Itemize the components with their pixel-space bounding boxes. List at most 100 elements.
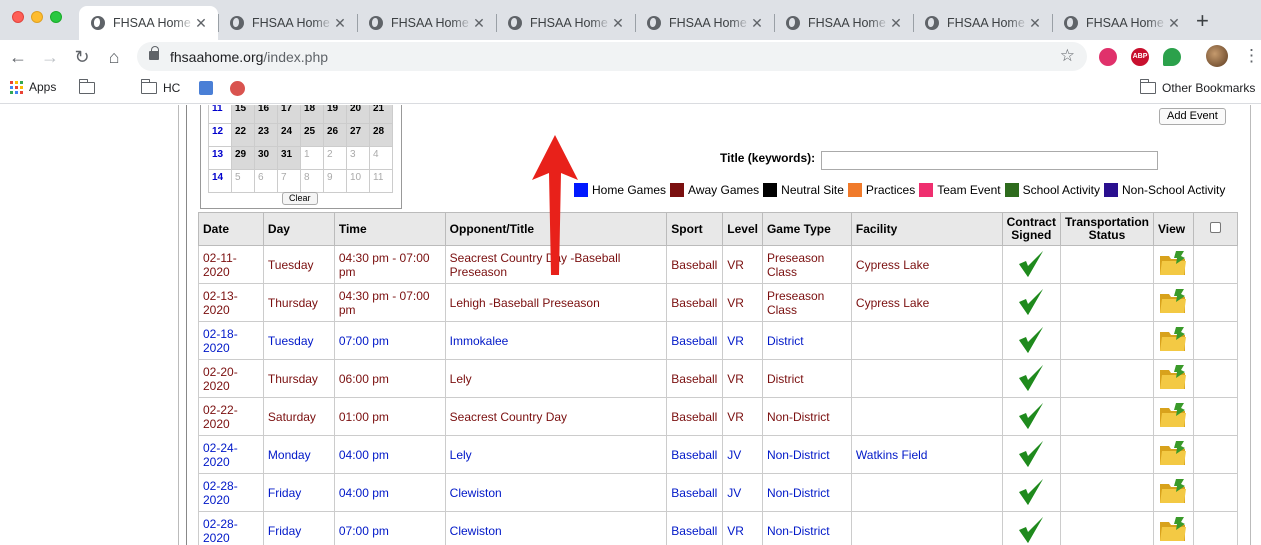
calendar-day[interactable]: 29	[231, 146, 255, 170]
browser-tab[interactable]: FHSAA Home ✕	[496, 6, 635, 40]
calendar-day[interactable]: 8	[300, 169, 324, 193]
browser-tab[interactable]: FHSAA Home ✕	[218, 6, 357, 40]
calendar-day[interactable]: 25	[300, 123, 324, 147]
calendar-day[interactable]: 27	[346, 123, 370, 147]
bookmark-folder[interactable]	[78, 79, 95, 94]
close-tab-icon[interactable]: ✕	[750, 15, 764, 32]
column-header-day[interactable]: Day	[262, 212, 335, 246]
browser-tab[interactable]: FHSAA Home ✕	[913, 6, 1052, 40]
close-tab-icon[interactable]: ✕	[611, 15, 625, 32]
table-row[interactable]: 02-11-2020 Tuesday 04:30 pm - 07:00 pm Seac…	[198, 245, 1239, 284]
column-header-facility[interactable]: Facility	[850, 212, 1003, 246]
new-tab-button[interactable]: +	[1196, 8, 1209, 34]
extension-icon[interactable]	[1099, 48, 1117, 66]
view-folder-icon[interactable]	[1159, 326, 1187, 355]
table-row[interactable]: 02-13-2020 Thursday 04:30 pm - 07:00 pm Leh…	[198, 283, 1239, 322]
close-tab-icon[interactable]: ✕	[194, 15, 208, 32]
minimize-window-button[interactable]	[31, 11, 43, 23]
forward-arrow-icon[interactable]: →	[38, 45, 62, 69]
close-tab-icon[interactable]: ✕	[889, 15, 903, 32]
browser-tab[interactable]: FHSAA Home ✕	[79, 6, 218, 40]
calendar-day[interactable]: 18	[300, 105, 324, 124]
calendar-day[interactable]: 3	[346, 146, 370, 170]
table-row[interactable]: 02-28-2020 Friday 04:00 pm Clewiston Basebal…	[198, 473, 1239, 512]
view-folder-icon[interactable]	[1159, 440, 1187, 469]
calendar-day[interactable]: 1	[300, 146, 324, 170]
column-header-date[interactable]: Date	[198, 212, 264, 246]
column-header-contract[interactable]: Contract Signed	[1001, 212, 1061, 246]
bookmark-star-icon[interactable]: ☆	[1060, 46, 1075, 66]
calendar-week-number[interactable]: 13	[208, 146, 232, 170]
zoom-window-button[interactable]	[50, 11, 62, 23]
view-folder-icon[interactable]	[1159, 402, 1187, 431]
calendar-day[interactable]: 2	[323, 146, 347, 170]
table-row[interactable]: 02-20-2020 Thursday 06:00 pm Lely Baseball VR…	[198, 359, 1239, 398]
browser-tab[interactable]: FHSAA Home ✕	[774, 6, 913, 40]
calendar-day[interactable]: 24	[277, 123, 301, 147]
chat-extension-icon[interactable]	[1163, 48, 1181, 66]
url-text[interactable]: fhsaahome.org/index.php	[170, 49, 328, 65]
table-row[interactable]: 02-24-2020 Monday 04:00 pm Lely Baseball JV No…	[198, 435, 1239, 474]
adblock-plus-icon[interactable]: ABP	[1131, 48, 1149, 66]
calendar-day[interactable]: 26	[323, 123, 347, 147]
view-folder-icon[interactable]	[1159, 478, 1187, 507]
calendar-day[interactable]: 7	[277, 169, 301, 193]
calendar-day[interactable]: 6	[254, 169, 278, 193]
column-header-sport[interactable]: Sport	[666, 212, 724, 246]
browser-tab[interactable]: FHSAA Home ✕	[1052, 6, 1191, 40]
home-icon[interactable]: ⌂	[102, 45, 126, 69]
browser-tab[interactable]: FHSAA Home ✕	[635, 6, 774, 40]
bookmark-site[interactable]	[199, 81, 213, 95]
lock-icon[interactable]	[149, 46, 159, 60]
calendar-day[interactable]: 5	[231, 169, 255, 193]
column-header-game-type[interactable]: Game Type	[761, 212, 852, 246]
calendar-day[interactable]: 17	[277, 105, 301, 124]
bookmark-other[interactable]: Other Bookmarks	[1139, 79, 1255, 95]
bookmark-site-2[interactable]	[230, 81, 245, 96]
title-keywords-input[interactable]	[821, 151, 1158, 170]
calendar-day[interactable]: 19	[323, 105, 347, 124]
calendar-week-number[interactable]: 14	[208, 169, 232, 193]
calendar-day[interactable]: 22	[231, 123, 255, 147]
column-header-time[interactable]: Time	[333, 212, 446, 246]
column-header-view[interactable]: View	[1153, 212, 1194, 246]
column-header-transportation[interactable]: Transportation Status	[1059, 212, 1155, 246]
browser-tab[interactable]: FHSAA Home ✕	[357, 6, 496, 40]
bookmark-apps[interactable]: Apps	[10, 80, 56, 94]
column-header-level[interactable]: Level	[722, 212, 763, 246]
calendar-day[interactable]: 10	[346, 169, 370, 193]
close-tab-icon[interactable]: ✕	[472, 15, 486, 32]
table-row[interactable]: 02-28-2020 Friday 07:00 pm Clewiston Basebal…	[198, 511, 1239, 545]
calendar-day[interactable]: 15	[231, 105, 255, 124]
calendar-day[interactable]: 20	[346, 105, 370, 124]
view-folder-icon[interactable]	[1159, 288, 1187, 317]
calendar-day[interactable]: 23	[254, 123, 278, 147]
reload-icon[interactable]: ↻	[70, 45, 94, 69]
close-tab-icon[interactable]: ✕	[1028, 15, 1042, 32]
add-event-button[interactable]: Add Event	[1159, 108, 1226, 125]
profile-avatar[interactable]	[1206, 45, 1228, 67]
close-tab-icon[interactable]: ✕	[1167, 15, 1181, 32]
calendar-clear-button[interactable]: Clear	[282, 192, 318, 205]
calendar-day[interactable]: 4	[369, 146, 393, 170]
close-window-button[interactable]	[12, 11, 24, 23]
calendar-week-number[interactable]: 12	[208, 123, 232, 147]
calendar-day[interactable]: 16	[254, 105, 278, 124]
select-all-checkbox[interactable]	[1209, 222, 1221, 233]
table-row[interactable]: 02-18-2020 Tuesday 07:00 pm Immokalee Baseba…	[198, 321, 1239, 360]
bookmark-hc[interactable]: HC	[140, 79, 180, 95]
view-folder-icon[interactable]	[1159, 364, 1187, 393]
address-bar[interactable]: fhsaahome.org/index.php ☆	[137, 42, 1087, 71]
view-folder-icon[interactable]	[1159, 516, 1187, 545]
table-row[interactable]: 02-22-2020 Saturday 01:00 pm Seacrest Count…	[198, 397, 1239, 436]
calendar-week-number[interactable]: 11	[208, 105, 232, 124]
calendar-day[interactable]: 30	[254, 146, 278, 170]
close-tab-icon[interactable]: ✕	[333, 15, 347, 32]
browser-menu-icon[interactable]: ⋮	[1243, 46, 1260, 66]
calendar-day[interactable]: 31	[277, 146, 301, 170]
back-arrow-icon[interactable]: ←	[6, 45, 30, 69]
calendar-day[interactable]: 11	[369, 169, 393, 193]
calendar-day[interactable]: 21	[369, 105, 393, 124]
view-folder-icon[interactable]	[1159, 250, 1187, 279]
calendar-day[interactable]: 9	[323, 169, 347, 193]
